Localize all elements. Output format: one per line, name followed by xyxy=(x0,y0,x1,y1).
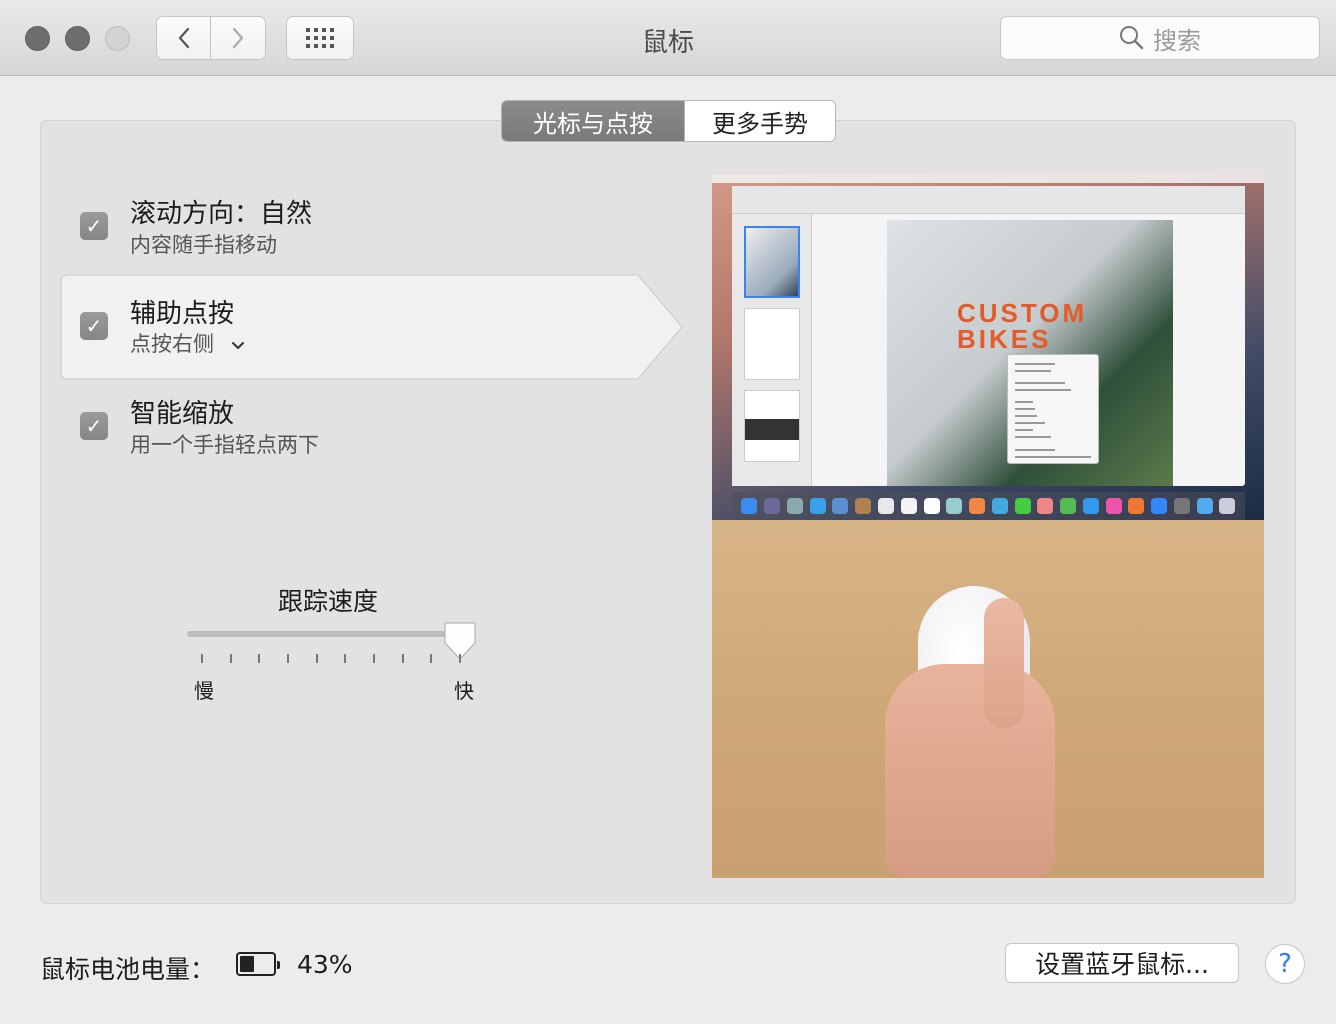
tab-point-and-click[interactable]: 光标与点按 xyxy=(502,101,684,141)
battery-fill xyxy=(240,956,254,972)
preview-hand xyxy=(885,664,1055,878)
preview-thumbnail xyxy=(744,308,800,380)
setup-bluetooth-mouse-button[interactable]: 设置蓝牙鼠标... xyxy=(1005,943,1239,983)
slider-min-label: 慢 xyxy=(194,679,214,703)
slider-max-label: 快 xyxy=(454,679,474,703)
search-placeholder: 搜索 xyxy=(1153,26,1201,55)
help-button[interactable]: ? xyxy=(1265,944,1305,984)
chevron-down-icon xyxy=(231,336,245,355)
tab-more-gestures[interactable]: 更多手势 xyxy=(684,101,835,141)
preview-thumbnails xyxy=(732,214,812,486)
search-icon xyxy=(1120,26,1144,50)
preview-context-menu xyxy=(1007,354,1099,464)
secondary-click-dropdown[interactable]: 点按右侧 xyxy=(130,328,245,358)
slider-tick xyxy=(258,654,260,663)
scroll-direction-title: 滚动方向：自然 xyxy=(130,199,313,229)
battery-label: 鼠标电池电量： xyxy=(40,955,216,984)
slider-tick xyxy=(230,654,232,663)
preview-dock xyxy=(732,492,1245,520)
battery-percent: 43% xyxy=(297,950,353,979)
scroll-direction-subtitle: 内容随手指移动 xyxy=(130,233,277,257)
preview-menubar xyxy=(712,174,1264,183)
preview-thumbnail xyxy=(744,226,800,298)
preview-pages-window: CUSTOM BIKES xyxy=(732,186,1245,486)
preview-heading: CUSTOM BIKES xyxy=(957,298,1088,354)
title-bar: 鼠标 搜索 xyxy=(0,0,1336,76)
gesture-preview-video: CUSTOM BIKES xyxy=(712,174,1264,878)
smart-zoom-checkbox[interactable]: ✓ xyxy=(80,412,108,440)
tracking-speed-label: 跟踪速度 xyxy=(278,587,379,616)
smart-zoom-subtitle: 用一个手指轻点两下 xyxy=(130,433,319,457)
checkmark-icon: ✓ xyxy=(85,214,103,238)
checkmark-icon: ✓ xyxy=(85,414,103,438)
search-field[interactable]: 搜索 xyxy=(1000,16,1320,60)
slider-tick xyxy=(316,654,318,663)
slider-tick xyxy=(201,654,203,663)
preview-screen: CUSTOM BIKES xyxy=(712,174,1264,520)
secondary-click-title: 辅助点按 xyxy=(130,299,235,329)
tab-bar: 光标与点按 更多手势 xyxy=(501,100,836,142)
slider-tick xyxy=(459,654,461,663)
secondary-click-value: 点按右侧 xyxy=(130,332,214,356)
secondary-click-checkbox[interactable]: ✓ xyxy=(80,312,108,340)
slider-tick xyxy=(402,654,404,663)
battery-icon xyxy=(236,952,280,976)
preview-finger xyxy=(984,598,1024,728)
slider-tick xyxy=(344,654,346,663)
slider-tick xyxy=(373,654,375,663)
preview-thumbnail xyxy=(744,390,800,462)
tracking-speed-slider[interactable] xyxy=(187,631,463,637)
preview-toolbar xyxy=(732,186,1245,214)
slider-tick xyxy=(430,654,432,663)
scroll-direction-checkbox[interactable]: ✓ xyxy=(80,212,108,240)
smart-zoom-title: 智能缩放 xyxy=(130,399,235,429)
checkmark-icon: ✓ xyxy=(85,314,103,338)
slider-tick xyxy=(287,654,289,663)
